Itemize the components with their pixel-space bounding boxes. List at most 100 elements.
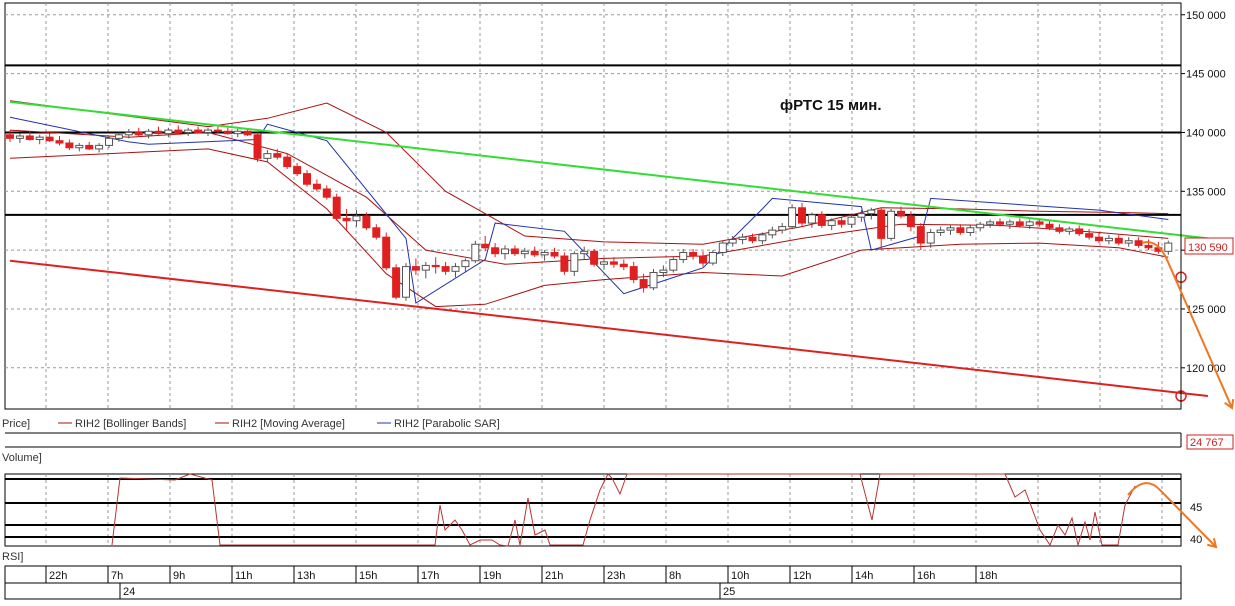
time-axis-label: 9h <box>173 570 185 582</box>
candle-body <box>372 227 381 238</box>
time-axis-label: 17h <box>421 570 439 582</box>
chart-annotation: фРТС 15 мин. <box>780 97 882 114</box>
price-axis-label: 150 000 <box>1186 10 1226 22</box>
candle-body <box>243 130 252 136</box>
time-axis-label: 12h <box>793 570 811 582</box>
candle-body <box>758 234 767 242</box>
candle-body <box>708 251 717 264</box>
price-axis-label: 135 000 <box>1186 186 1226 198</box>
candle-body <box>392 267 401 298</box>
legend-bollinger: RIH2 [Bollinger Bands] <box>75 418 186 430</box>
candle-body <box>223 130 232 135</box>
candle-body <box>431 264 440 268</box>
candle-body <box>174 129 183 133</box>
candle-body <box>204 129 212 133</box>
candle-body <box>906 215 915 228</box>
candle-body <box>679 251 688 261</box>
time-axis-label: 10h <box>731 570 749 582</box>
candle-body <box>45 136 54 142</box>
candle-body <box>728 239 737 244</box>
candle-body <box>996 221 1004 225</box>
candle-body <box>352 215 361 222</box>
candle-body <box>986 221 995 225</box>
candle-body <box>213 129 222 132</box>
candle-body <box>1124 240 1133 244</box>
candle-body <box>35 136 44 141</box>
candle-body <box>976 223 985 229</box>
candle-body <box>897 210 905 217</box>
current-price-tag: 130 590 <box>1184 237 1234 255</box>
candle-body <box>273 153 282 158</box>
price-axis-label: 145 000 <box>1186 69 1226 81</box>
candle-body <box>402 266 410 298</box>
candle-body <box>421 264 430 271</box>
candle-body <box>1055 227 1064 232</box>
candle-body <box>857 213 866 218</box>
candle-body <box>689 251 698 257</box>
candle-body <box>1075 228 1084 235</box>
candle-body <box>659 269 668 273</box>
candle-body <box>540 251 549 256</box>
candle-body <box>807 214 816 224</box>
candle-body <box>1095 236 1103 242</box>
candle-body <box>570 253 579 272</box>
candle-body <box>600 261 608 265</box>
candle-body <box>85 144 94 150</box>
candle-body <box>936 229 945 233</box>
candle-body <box>748 236 757 242</box>
time-axis-label: 7h <box>111 570 123 582</box>
candle-body <box>1104 237 1113 242</box>
candle-body <box>491 247 500 255</box>
time-axis: 22h 7h 9h 11h 13h 15h 17h 19h 21h 23h 8h 10h 12h 14h 1… <box>4 565 1182 600</box>
candle-body <box>946 227 955 231</box>
current-price-label: 130 590 <box>1188 242 1228 254</box>
candle-body <box>1005 221 1014 225</box>
time-axis-label: 16h <box>917 570 935 582</box>
candle-body <box>1134 240 1143 246</box>
legend-strip: Price] RIH2 [Bollinger Bands] RIH2 [Movi… <box>2 418 500 430</box>
candle-body <box>253 134 262 159</box>
candle-body <box>590 250 599 265</box>
legend-volume: Volume] <box>2 452 42 464</box>
candle-body <box>15 135 24 139</box>
candle-body <box>1164 242 1173 252</box>
candle-body <box>649 271 658 289</box>
candle-body <box>65 142 74 149</box>
time-axis-label: 11h <box>235 570 253 582</box>
candle-body <box>867 209 876 215</box>
candle-body <box>283 156 292 168</box>
date-axis-label: 24 <box>123 586 135 598</box>
candle-body <box>817 214 826 226</box>
candle-body <box>847 216 856 225</box>
candle-body <box>1035 221 1044 225</box>
candle-body <box>1015 221 1024 226</box>
candle-body <box>1045 223 1054 229</box>
candle-body <box>303 173 311 185</box>
candle-body <box>6 134 14 139</box>
candle-body <box>233 130 242 135</box>
legend-price: Price] <box>2 418 30 430</box>
time-axis-label: 8h <box>669 570 681 582</box>
candle-body <box>461 260 470 268</box>
candle-body <box>124 131 133 136</box>
candle-body <box>629 266 638 281</box>
price-axis-label: 140 000 <box>1186 127 1226 139</box>
candle-body <box>798 207 806 224</box>
candle-body <box>926 231 935 244</box>
candle-body <box>134 131 143 136</box>
time-axis-label: 21h <box>545 570 563 582</box>
candle-body <box>184 129 193 133</box>
candle-body <box>362 215 371 229</box>
price-axis-label: 120 000 <box>1186 363 1226 375</box>
candle-body <box>263 153 272 159</box>
legend-sar: RIH2 [Parabolic SAR] <box>394 418 500 430</box>
candle-body <box>481 243 490 249</box>
candle-body <box>887 210 896 239</box>
candle-body <box>956 227 965 233</box>
candle-body <box>144 130 153 136</box>
candle-body <box>768 229 777 236</box>
candle-body <box>520 250 529 255</box>
candle-body <box>194 129 203 133</box>
price-axis-label: 125 000 <box>1186 304 1226 316</box>
candle-body <box>669 259 678 271</box>
